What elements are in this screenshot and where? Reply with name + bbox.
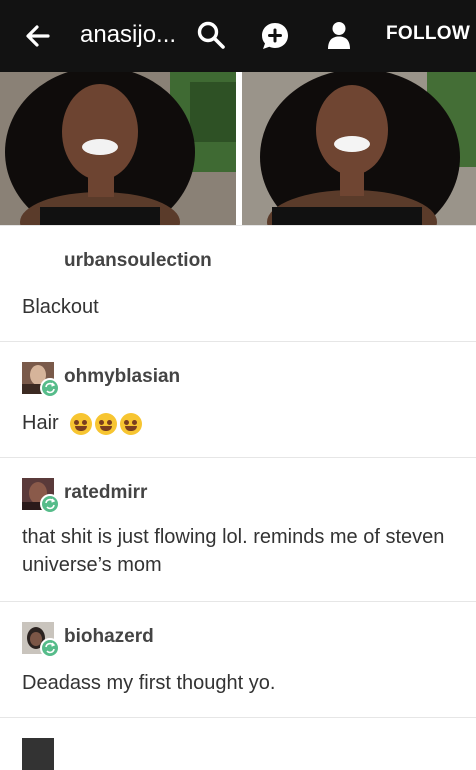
entry-text: Deadass my first thought yo. <box>22 672 276 694</box>
entry-text: Blackout <box>22 296 99 318</box>
photo-left[interactable] <box>0 72 236 225</box>
back-arrow-icon[interactable] <box>22 20 54 52</box>
entry-text: that shit is just flowing lol. reminds m… <box>22 526 445 576</box>
thread-entry-partial <box>0 717 476 770</box>
thread-entry: ohmyblasian Hair <box>0 341 476 457</box>
username[interactable]: ratedmirr <box>64 482 147 504</box>
photo-set <box>0 72 476 225</box>
heart-eyes-emoji-icon <box>120 412 143 435</box>
entry-text-value: Hair <box>22 412 59 434</box>
reblog-thread: urbansoulection Blackout ohmyblasian Hai… <box>0 225 476 770</box>
reblog-icon <box>40 378 60 398</box>
blog-title[interactable]: anasijo... <box>80 21 176 49</box>
thread-entry: ratedmirr that shit is just flowing lol.… <box>0 457 476 601</box>
username[interactable]: urbansoulection <box>64 250 212 272</box>
entry-text: Hair <box>22 409 446 437</box>
photo-right[interactable] <box>242 72 476 225</box>
username[interactable]: ohmyblasian <box>64 366 180 388</box>
message-icon[interactable] <box>259 20 291 52</box>
reblog-icon <box>40 494 60 514</box>
avatar[interactable] <box>22 738 54 770</box>
top-bar: anasijo... FOLLOW <box>0 0 476 72</box>
username[interactable]: biohazerd <box>64 626 154 648</box>
search-icon[interactable] <box>196 20 226 50</box>
heart-eyes-emoji-icon <box>95 412 118 435</box>
reblog-icon <box>40 638 60 658</box>
thread-entry: urbansoulection Blackout <box>0 225 476 341</box>
thread-entry: biohazerd Deadass my first thought yo. <box>0 601 476 717</box>
person-icon[interactable] <box>324 20 354 50</box>
follow-button[interactable]: FOLLOW <box>386 23 470 45</box>
heart-eyes-emoji-icon <box>70 412 93 435</box>
